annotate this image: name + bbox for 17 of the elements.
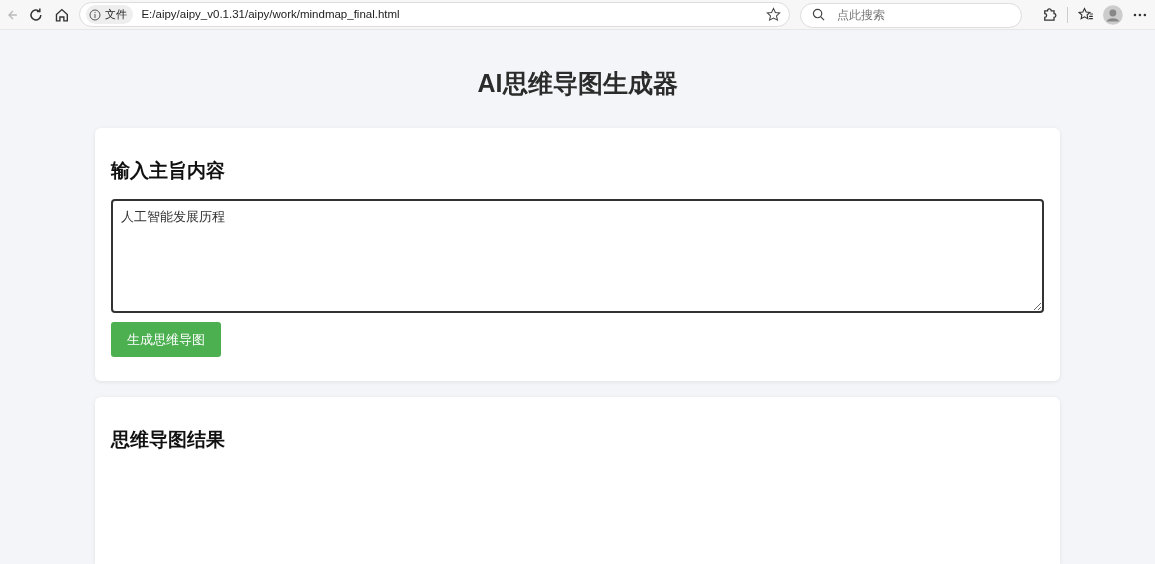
scheme-label: 文件 xyxy=(105,7,128,23)
favorites-icon[interactable] xyxy=(1077,7,1094,22)
home-icon[interactable] xyxy=(53,6,70,23)
reload-icon[interactable] xyxy=(27,6,44,23)
info-icon xyxy=(89,8,102,21)
page-title: AI思维导图生成器 xyxy=(476,68,679,98)
star-icon[interactable] xyxy=(765,7,781,22)
more-icon[interactable] xyxy=(1133,12,1147,17)
address-bar[interactable]: 文件 E:/aipy/aipy_v0.1.31/aipy/work/mindmap_final.html xyxy=(79,2,790,27)
extensions-icon[interactable] xyxy=(1041,7,1057,22)
site-info-chip[interactable]: 文件 xyxy=(86,5,134,24)
search-field[interactable]: 点此搜索 xyxy=(799,2,1022,28)
url-text: E:/aipy/aipy_v0.1.31/aipy/work/mindmap_final.html xyxy=(141,6,401,22)
topic-textarea[interactable]: 人工智能发展历程 xyxy=(111,198,1044,313)
section-heading: 输入主旨内容 xyxy=(111,160,226,183)
section-heading: 思维导图结果 xyxy=(111,429,226,453)
profile-avatar-icon[interactable] xyxy=(1103,4,1124,25)
